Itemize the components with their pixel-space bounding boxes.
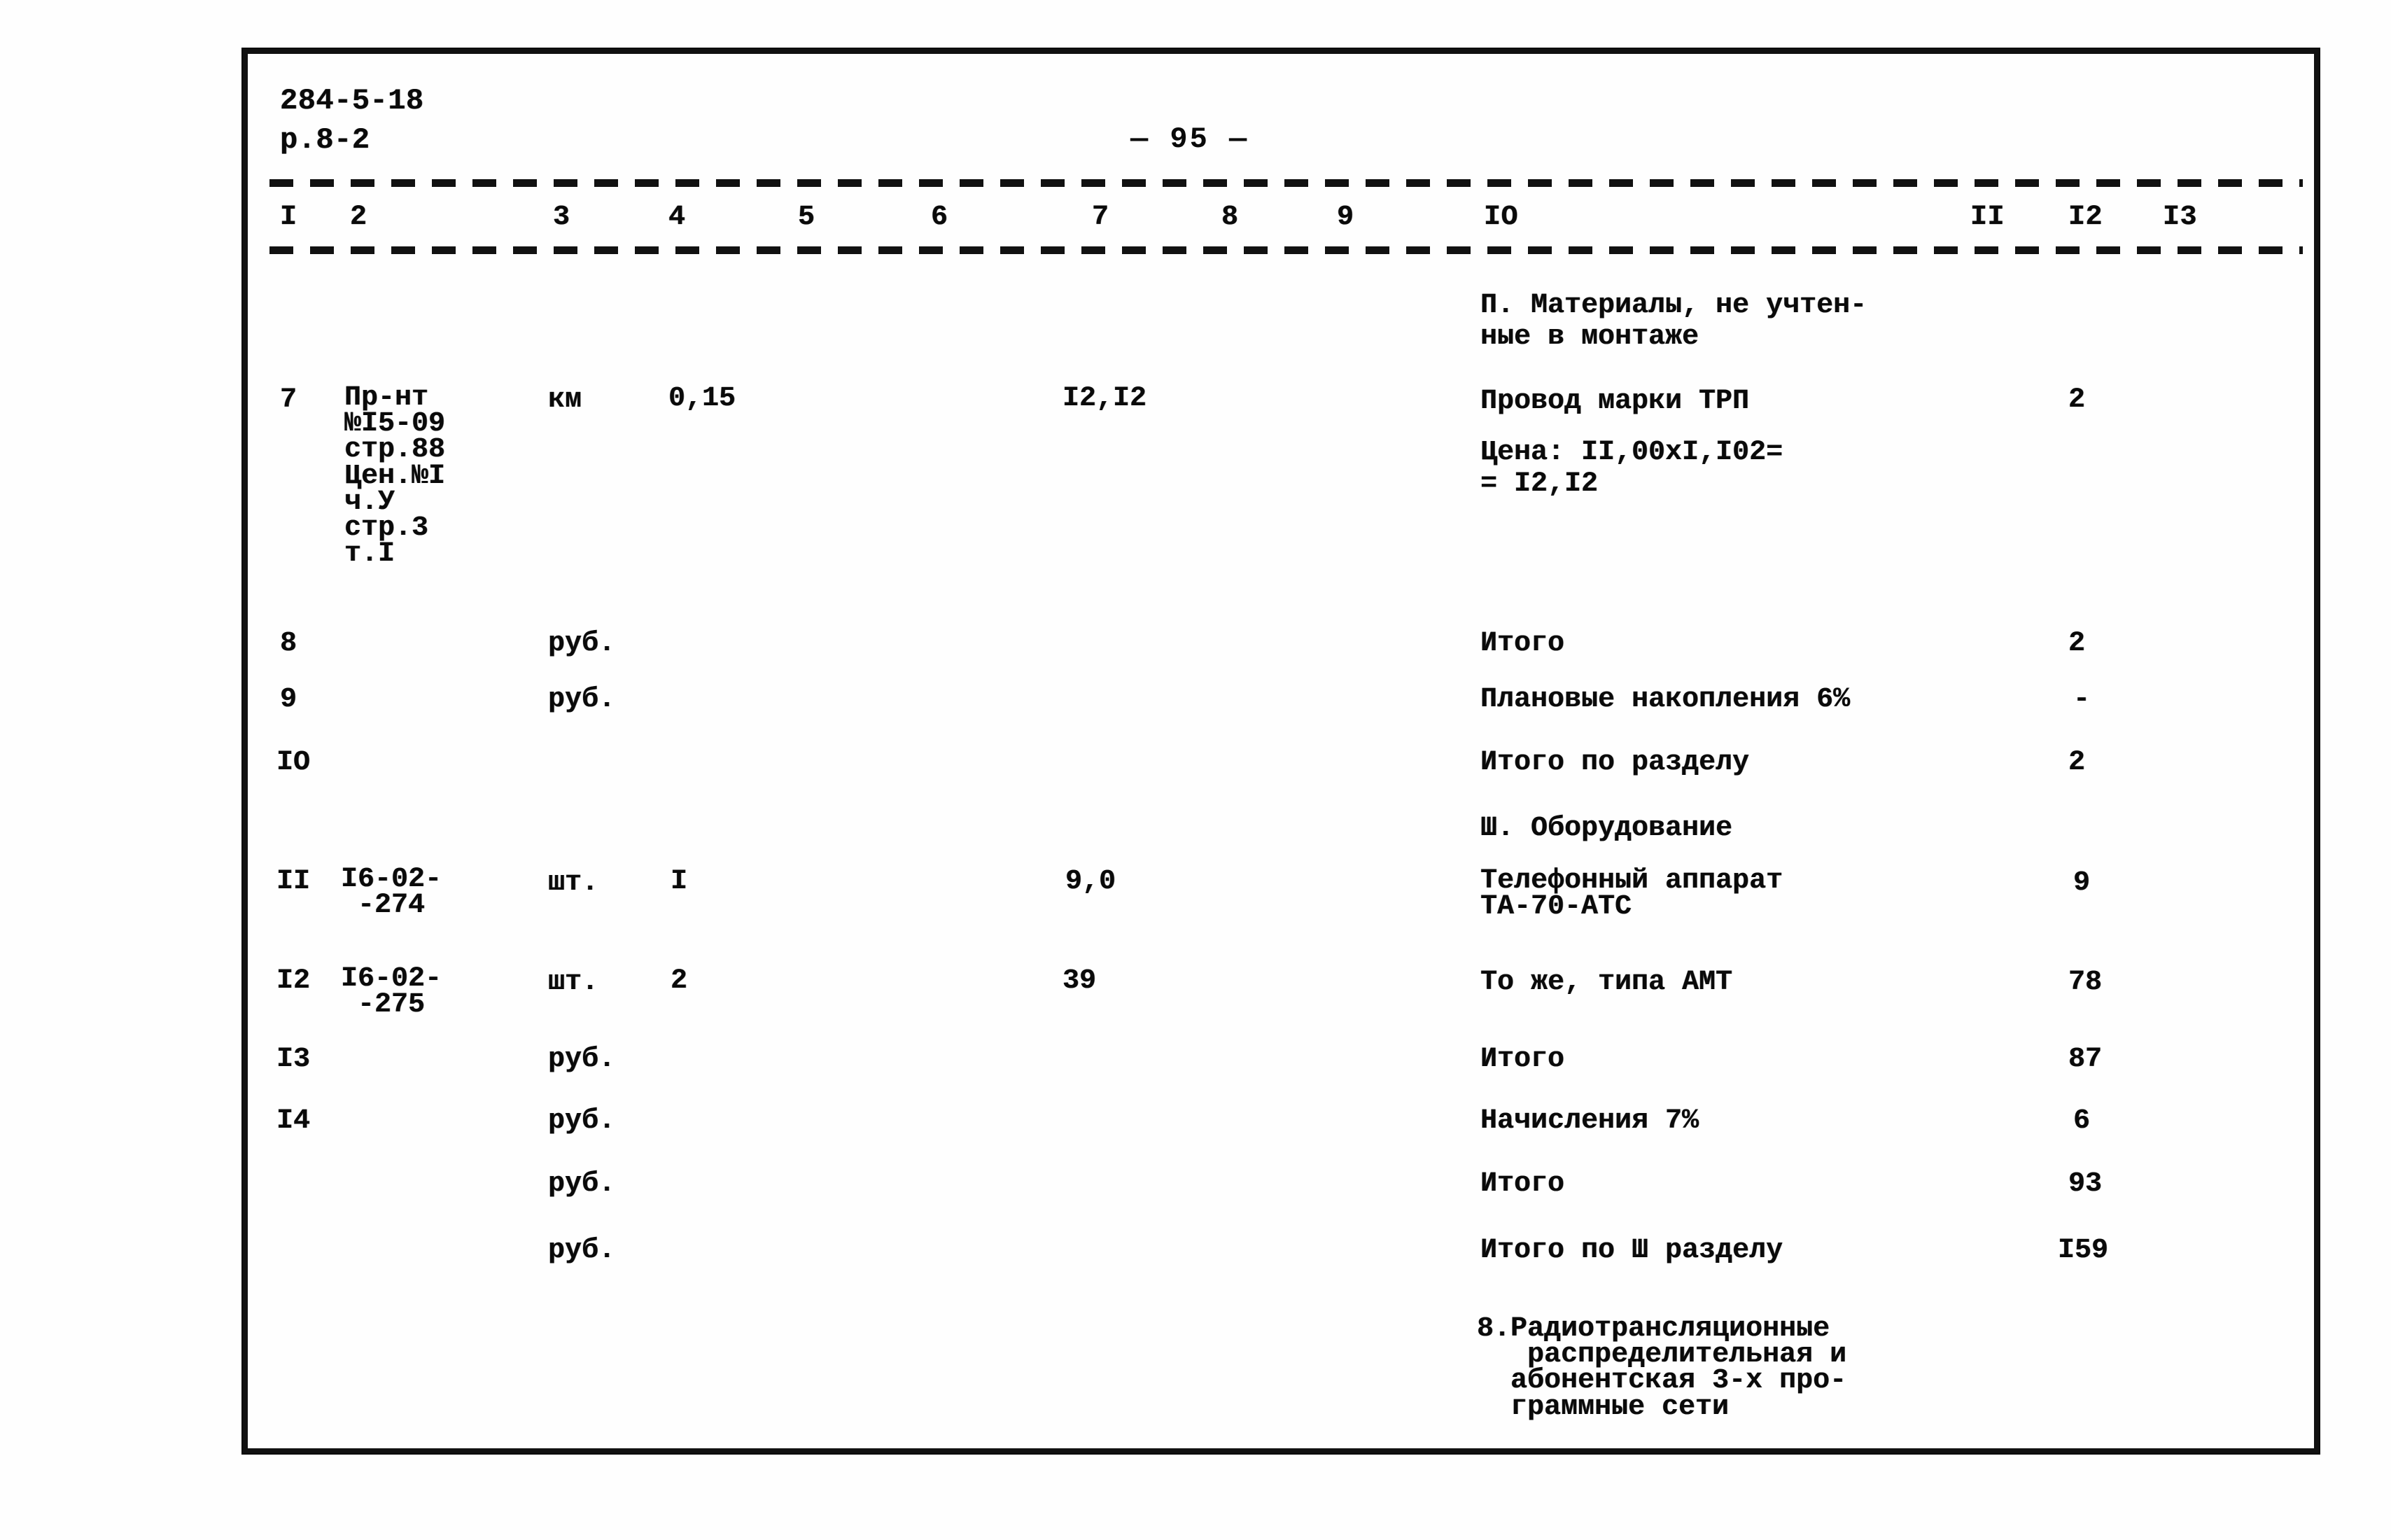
- column-header-3: 3: [553, 202, 570, 233]
- table-row-13-unit: руб.: [548, 1044, 616, 1075]
- table-row-7-number: 7: [280, 384, 297, 416]
- table-row-7-price: I2,I2: [1063, 383, 1147, 414]
- header-rule-bottom: [269, 246, 2303, 254]
- table-row-16-total: I59: [2058, 1235, 2109, 1266]
- column-header-11: II: [1970, 202, 2005, 233]
- table-row-16-name: Итого по Ш разделу: [1480, 1235, 1783, 1266]
- table-row-15-unit: руб.: [548, 1168, 616, 1200]
- table-row-7-reference: Пр-нт №I5-09 стр.88 Цен.№I ч.У стр.3 т.I: [344, 382, 446, 570]
- column-header-13: I3: [2163, 202, 2198, 233]
- page-number: — 95 —: [1130, 122, 1249, 156]
- table-row-9-number: 9: [280, 684, 297, 715]
- table-row-10-name: Итого по разделу: [1480, 747, 1750, 778]
- table-row-12-reference: I6-02- -275: [341, 963, 442, 1021]
- header-rule-top: [269, 179, 2303, 187]
- table-row-14-name: Начисления 7%: [1480, 1105, 1699, 1137]
- table-row-15-total: 93: [2068, 1168, 2103, 1200]
- table-row-8-unit: руб.: [548, 628, 616, 659]
- column-header-9: 9: [1337, 202, 1354, 233]
- table-row-14-unit: руб.: [548, 1105, 616, 1137]
- table-row-16-unit: руб.: [548, 1235, 616, 1266]
- column-header-7: 7: [1092, 202, 1109, 233]
- table-row-13-name: Итого: [1480, 1044, 1565, 1075]
- table-row-9-unit: руб.: [548, 684, 616, 715]
- table-row-13-number: I3: [276, 1044, 311, 1075]
- section-heading-equipment: Ш. Оборудование: [1480, 813, 1733, 844]
- table-row-11-number: II: [276, 866, 311, 897]
- scanned-page: 284-5-18 р.8-2 — 95 — I 2 3 4 5 6 7 8 9 …: [0, 0, 2391, 1540]
- table-row-10-total: 2: [2068, 747, 2086, 778]
- column-header-2: 2: [350, 202, 367, 233]
- table-row-12-price: 39: [1063, 965, 1097, 997]
- section-heading-next: 8.Радиотрансляционные распределительная …: [1477, 1313, 1847, 1423]
- table-row-8-name: Итого: [1480, 628, 1565, 659]
- table-row-11-quantity: I: [671, 866, 688, 897]
- column-header-12: I2: [2068, 202, 2103, 233]
- table-row-12-unit: шт.: [548, 967, 599, 998]
- table-row-7-quantity: 0,15: [668, 383, 736, 414]
- table-row-9-name: Плановые накопления 6%: [1480, 684, 1851, 715]
- table-row-12-total: 78: [2068, 967, 2103, 998]
- table-row-7-name: Провод марки ТРП: [1480, 386, 1750, 417]
- column-header-4: 4: [668, 202, 686, 233]
- table-row-7-unit: км: [548, 384, 582, 416]
- table-row-7-total: 2: [2068, 384, 2086, 416]
- table-row-7-name-note: Цена: II,00xI,I02= = I2,I2: [1480, 437, 1783, 500]
- column-header-10: IO: [1484, 202, 1519, 233]
- section-heading-materials: П. Материалы, не учтен- ные в монтаже: [1480, 290, 1867, 353]
- table-row-8-number: 8: [280, 628, 297, 659]
- table-row-15-name: Итого: [1480, 1168, 1565, 1200]
- table-row-12-name: То же, типа АМТ: [1480, 967, 1733, 998]
- document-section-ref: р.8-2: [280, 123, 370, 157]
- table-row-14-number: I4: [276, 1105, 311, 1137]
- table-row-9-total: -: [2073, 684, 2091, 715]
- table-row-11-reference: I6-02- -274: [341, 864, 442, 922]
- column-header-5: 5: [798, 202, 815, 233]
- table-row-11-total: 9: [2073, 867, 2091, 899]
- table-row-13-total: 87: [2068, 1044, 2103, 1075]
- table-row-12-quantity: 2: [671, 965, 688, 997]
- document-number: 284-5-18: [280, 84, 424, 118]
- table-row-11-name: Телефонный аппарат ТА-70-АТС: [1480, 865, 1783, 923]
- table-row-11-unit: шт.: [548, 867, 599, 899]
- column-header-8: 8: [1221, 202, 1239, 233]
- table-row-14-total: 6: [2073, 1105, 2091, 1137]
- column-header-1: I: [280, 202, 297, 233]
- table-row-10-number: IO: [276, 747, 311, 778]
- column-header-6: 6: [931, 202, 948, 233]
- table-row-11-price: 9,0: [1065, 866, 1116, 897]
- table-row-12-number: I2: [276, 965, 311, 997]
- table-row-8-total: 2: [2068, 628, 2086, 659]
